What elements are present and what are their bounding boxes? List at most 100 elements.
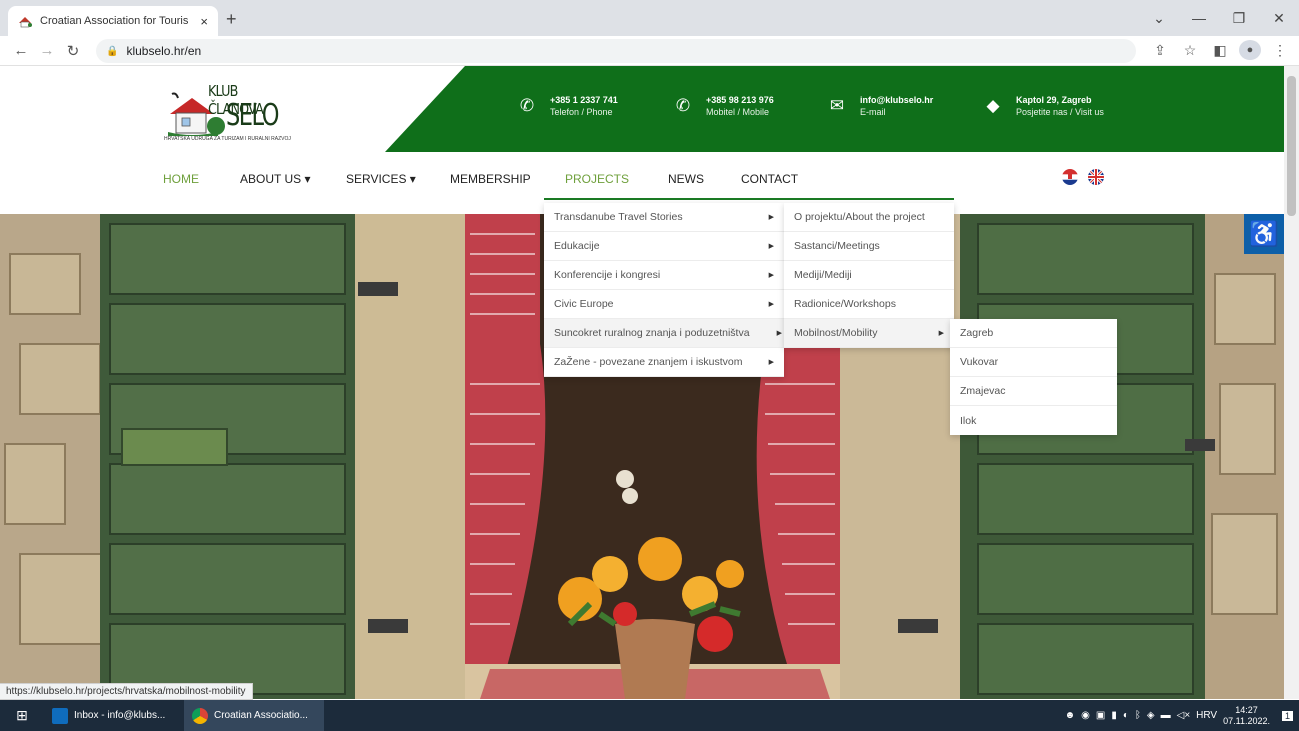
nav-home[interactable]: HOME bbox=[163, 172, 199, 186]
window-controls: ⌄ — ❐ ✕ bbox=[1139, 0, 1299, 36]
logo-tagline: HRVATSKA UDRUGA ZA TURIZAM I RURALNI RAZ… bbox=[164, 136, 291, 142]
submenu-arrow-icon: ▶ bbox=[768, 272, 774, 279]
minimize-button[interactable]: — bbox=[1179, 10, 1219, 26]
close-window-button[interactable]: ✕ bbox=[1259, 10, 1299, 27]
nav-news[interactable]: NEWS bbox=[668, 172, 704, 186]
address-text: Kaptol 29, Zagreb bbox=[1016, 95, 1092, 105]
submenu-item-meetings[interactable]: Sastanci/Meetings bbox=[784, 232, 954, 261]
menu-item-suncokret[interactable]: Suncokret ruralnog znanja i poduzetništv… bbox=[544, 319, 784, 348]
menu-item-edukacije[interactable]: Edukacije ▶ bbox=[544, 232, 784, 261]
bluetooth-icon[interactable]: ᛒ bbox=[1135, 710, 1141, 721]
menu-item-label: Transdanube Travel Stories bbox=[554, 211, 683, 223]
url-text: klubselo.hr/en bbox=[126, 44, 202, 58]
nav-about-us[interactable]: ABOUT US ▾ bbox=[240, 172, 310, 186]
tab-search-icon[interactable]: ⌄ bbox=[1139, 10, 1179, 27]
accessibility-button[interactable]: ♿ bbox=[1244, 214, 1284, 254]
submenu-item-mobility[interactable]: Mobilnost/Mobility ▶ bbox=[784, 319, 954, 348]
address-label: Posjetite nas / Visit us bbox=[1016, 107, 1104, 117]
contact-mobile[interactable]: ✆ +385 98 213 976 Mobitel / Mobile bbox=[672, 94, 774, 118]
submenu-arrow-icon: ▶ bbox=[768, 301, 774, 308]
browser-tab[interactable]: Croatian Association for Touris × bbox=[8, 6, 218, 36]
notifications-icon[interactable]: 1 bbox=[1281, 710, 1293, 721]
city-item-vukovar[interactable]: Vukovar bbox=[950, 348, 1117, 377]
windows-start-icon[interactable]: ⊞ bbox=[0, 707, 44, 724]
menu-item-label: Edukacije bbox=[554, 240, 600, 252]
site-favicon-icon bbox=[18, 14, 32, 28]
menu-item-label: Civic Europe bbox=[554, 298, 614, 310]
mobile-label: Mobitel / Mobile bbox=[706, 107, 770, 117]
menu-item-civic-europe[interactable]: Civic Europe ▶ bbox=[544, 290, 784, 319]
phone-label: Telefon / Phone bbox=[550, 107, 613, 117]
taskbar-outlook[interactable]: Inbox - info@klubs... bbox=[44, 700, 184, 731]
profile-avatar-icon[interactable]: ● bbox=[1239, 40, 1261, 60]
reload-icon[interactable]: ↻ bbox=[60, 42, 86, 60]
tray-app2-icon[interactable]: ◐ bbox=[1123, 710, 1129, 721]
menu-item-zazene[interactable]: ZaŽene - povezane znanjem i iskustvom ▶ bbox=[544, 348, 784, 377]
submenu-item-label: Sastanci/Meetings bbox=[794, 240, 880, 252]
side-panel-icon[interactable]: ◧ bbox=[1209, 42, 1231, 59]
forward-arrow-icon[interactable]: → bbox=[34, 42, 60, 59]
restore-button[interactable]: ❐ bbox=[1219, 10, 1259, 27]
nav-membership[interactable]: MEMBERSHIP bbox=[450, 172, 531, 186]
tray-status-icon[interactable]: ▮ bbox=[1111, 710, 1117, 721]
submenu-arrow-icon: ▶ bbox=[776, 330, 782, 337]
page-scrollbar[interactable] bbox=[1284, 66, 1299, 699]
taskbar-chrome[interactable]: Croatian Associatio... bbox=[184, 700, 324, 731]
contact-email[interactable]: ✉ info@klubselo.hr E-mail bbox=[826, 94, 933, 118]
nav-projects[interactable]: PROJECTS bbox=[565, 172, 629, 186]
city-item-zagreb[interactable]: Zagreb bbox=[950, 319, 1117, 348]
share-icon[interactable]: ⇪ bbox=[1149, 42, 1171, 59]
suncokret-submenu: O projektu/About the project Sastanci/Me… bbox=[784, 203, 954, 348]
mobile-icon: ✆ bbox=[675, 96, 691, 115]
language-indicator[interactable]: HRV bbox=[1196, 710, 1217, 721]
city-item-ilok[interactable]: Ilok bbox=[950, 406, 1117, 435]
contact-address[interactable]: ◆ Kaptol 29, Zagreb Posjetite nas / Visit… bbox=[982, 94, 1104, 118]
submenu-item-workshops[interactable]: Radionice/Workshops bbox=[784, 290, 954, 319]
directions-icon: ◆ bbox=[986, 96, 1000, 115]
network-icon[interactable]: ◈ bbox=[1147, 710, 1155, 721]
email-label: E-mail bbox=[860, 107, 886, 117]
submenu-arrow-icon: ▶ bbox=[768, 243, 774, 250]
site-logo[interactable]: KLUB ČLANOVA SELO HRVATSKA UDRUGA ZA TUR… bbox=[160, 78, 300, 148]
submenu-item-label: Radionice/Workshops bbox=[794, 298, 896, 310]
tray-app-icon[interactable]: ◉ bbox=[1081, 710, 1090, 721]
logo-name: SELO bbox=[226, 98, 279, 133]
menu-item-label: Konferencije i kongresi bbox=[554, 269, 661, 281]
system-tray: ☻ ◉ ▣ ▮ ◐ ᛒ ◈ ▬ ◁× HRV 14:27 07.11.2022.… bbox=[1065, 700, 1293, 731]
city-item-zmajevac[interactable]: Zmajevac bbox=[950, 377, 1117, 406]
email-address: info@klubselo.hr bbox=[860, 95, 934, 105]
submenu-item-about[interactable]: O projektu/About the project bbox=[784, 203, 954, 232]
menu-item-transdanube[interactable]: Transdanube Travel Stories ▶ bbox=[544, 203, 784, 232]
submenu-item-media[interactable]: Mediji/Mediji bbox=[784, 261, 954, 290]
submenu-arrow-icon: ▶ bbox=[938, 330, 944, 337]
contact-phone[interactable]: ✆ +385 1 2337 741 Telefon / Phone bbox=[516, 94, 618, 118]
bookmark-star-icon[interactable]: ☆ bbox=[1179, 42, 1201, 59]
battery-icon[interactable]: ▬ bbox=[1161, 710, 1171, 721]
lock-icon[interactable]: 🔒 bbox=[106, 46, 118, 57]
mobile-number: +385 98 213 976 bbox=[706, 95, 774, 105]
tray-outlook-icon[interactable]: ▣ bbox=[1096, 710, 1105, 721]
projects-dropdown: Transdanube Travel Stories ▶ Edukacije ▶ K… bbox=[544, 203, 784, 377]
taskbar-app-label: Croatian Associatio... bbox=[214, 710, 308, 721]
city-label: Zagreb bbox=[960, 327, 994, 339]
nav-contact[interactable]: CONTACT bbox=[741, 172, 798, 186]
more-menu-icon[interactable]: ⋮ bbox=[1269, 42, 1291, 59]
nav-services[interactable]: SERVICES ▾ bbox=[346, 172, 416, 186]
submenu-arrow-icon: ▶ bbox=[768, 214, 774, 221]
menu-item-label: ZaŽene - povezane znanjem i iskustvom bbox=[554, 356, 743, 368]
back-arrow-icon[interactable]: ← bbox=[8, 42, 34, 59]
tab-title: Croatian Association for Touris bbox=[40, 15, 189, 27]
people-icon[interactable]: ☻ bbox=[1065, 710, 1076, 721]
outlook-icon bbox=[52, 707, 68, 724]
submenu-arrow-icon: ▶ bbox=[768, 359, 774, 366]
browser-tab-strip: Croatian Association for Touris × + ⌄ — … bbox=[0, 0, 1299, 36]
scrollbar-thumb[interactable] bbox=[1287, 76, 1296, 216]
new-tab-button[interactable]: + bbox=[226, 9, 237, 30]
croatian-flag-icon[interactable] bbox=[1062, 169, 1078, 185]
volume-icon[interactable]: ◁× bbox=[1177, 710, 1191, 721]
clock[interactable]: 14:27 07.11.2022. bbox=[1223, 705, 1270, 727]
tab-close-icon[interactable]: × bbox=[200, 14, 208, 29]
url-field[interactable]: 🔒 klubselo.hr/en bbox=[96, 39, 1136, 63]
menu-item-konferencije[interactable]: Konferencije i kongresi ▶ bbox=[544, 261, 784, 290]
english-flag-icon[interactable] bbox=[1088, 169, 1104, 185]
